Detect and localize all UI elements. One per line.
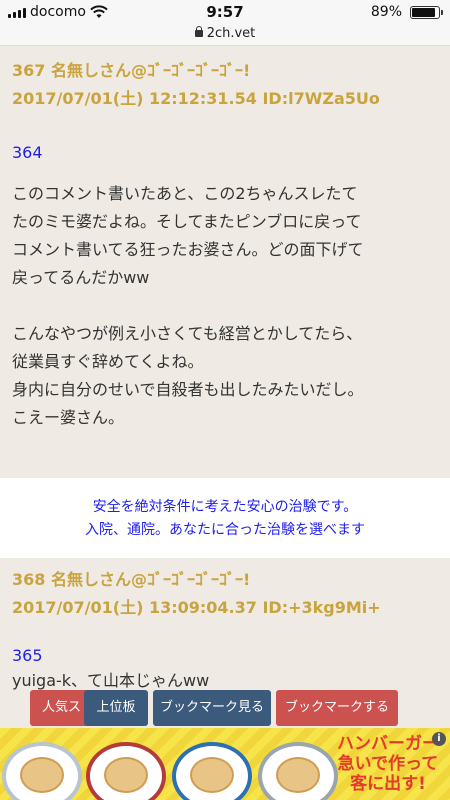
- text-ad-line[interactable]: 入院、通院。あなたに合った治験を選べます: [0, 519, 450, 542]
- reply-anchor-link[interactable]: 365: [12, 646, 438, 665]
- view-bookmarks-button[interactable]: ブックマーク見る: [153, 690, 271, 726]
- body-line: たのミモ婆だよね。そしてまたピンブロに戻って: [12, 212, 362, 231]
- text-ad[interactable]: 安全を絶対条件に考えた安心の治験です。 入院、通院。あなたに合った治験を選べます: [0, 478, 450, 558]
- plate-image: [86, 742, 166, 800]
- status-bar: docomo 9:57 89%: [0, 0, 450, 24]
- body-line: このコメント書いたあと、この2ちゃんスレたて: [12, 184, 358, 203]
- lock-icon: [194, 26, 203, 37]
- banner-ad-copy[interactable]: ハンバーガー急いで作って客に出す!: [332, 734, 444, 794]
- text-ad-line[interactable]: 安全を絶対条件に考えた安心の治験です。: [0, 496, 450, 519]
- body-line: こんなやつが例え小さくても経営とかしてたら、: [12, 324, 363, 343]
- plate-image: [258, 742, 338, 800]
- body-line: コメント書いてる狂ったお婆さん。どの面下げて: [12, 240, 364, 259]
- plate-image: [2, 742, 82, 800]
- banner-ad[interactable]: ハンバーガー急いで作って客に出す! i: [0, 728, 450, 800]
- body-line: 身内に自分のせいで自殺者も出したみたいだし。: [12, 380, 364, 399]
- post-name-line: 368 名無しさん@ｺﾞｰｺﾞｰｺﾞｰｺﾞｰ!: [12, 570, 251, 589]
- floating-nav-bar: 人気スレ 上位板 ブックマーク見る ブックマークする: [0, 690, 450, 728]
- post-date-line: 2017/07/01(土) 13:09:04.37 ID:+3kg9Mi+: [12, 598, 381, 617]
- plate-image: [172, 742, 252, 800]
- body-line: 従業員すぐ辞めてくよね。: [12, 352, 204, 371]
- address-bar[interactable]: 2ch.vet: [0, 24, 450, 46]
- post-367: 367 名無しさん@ｺﾞｰｺﾞｰｺﾞｰｺﾞｰ! 2017/07/01(土) 12…: [0, 47, 450, 473]
- url-text: 2ch.vet: [206, 26, 256, 41]
- post-body: このコメント書いたあと、この2ちゃんスレたて たのミモ婆だよね。そしてまたピンブ…: [12, 180, 438, 432]
- post-date-line: 2017/07/01(土) 12:12:31.54 ID:l7WZa5Uo: [12, 89, 380, 108]
- battery-percent: 89%: [370, 4, 402, 20]
- post-header: 367 名無しさん@ｺﾞｰｺﾞｰｺﾞｰｺﾞｰ! 2017/07/01(土) 12…: [12, 47, 438, 113]
- battery-icon: [410, 6, 443, 19]
- add-bookmark-button[interactable]: ブックマークする: [276, 690, 398, 726]
- info-icon[interactable]: i: [432, 732, 446, 746]
- reply-anchor-link[interactable]: 364: [12, 143, 438, 162]
- body-line: 戻ってるんだかww: [12, 268, 150, 287]
- post-name-line: 367 名無しさん@ｺﾞｰｺﾞｰｺﾞｰｺﾞｰ!: [12, 61, 251, 80]
- post-header: 368 名無しさん@ｺﾞｰｺﾞｰｺﾞｰｺﾞｰ! 2017/07/01(土) 13…: [12, 558, 438, 622]
- top-boards-button[interactable]: 上位板: [84, 690, 148, 726]
- body-line: こえー婆さん。: [12, 408, 125, 427]
